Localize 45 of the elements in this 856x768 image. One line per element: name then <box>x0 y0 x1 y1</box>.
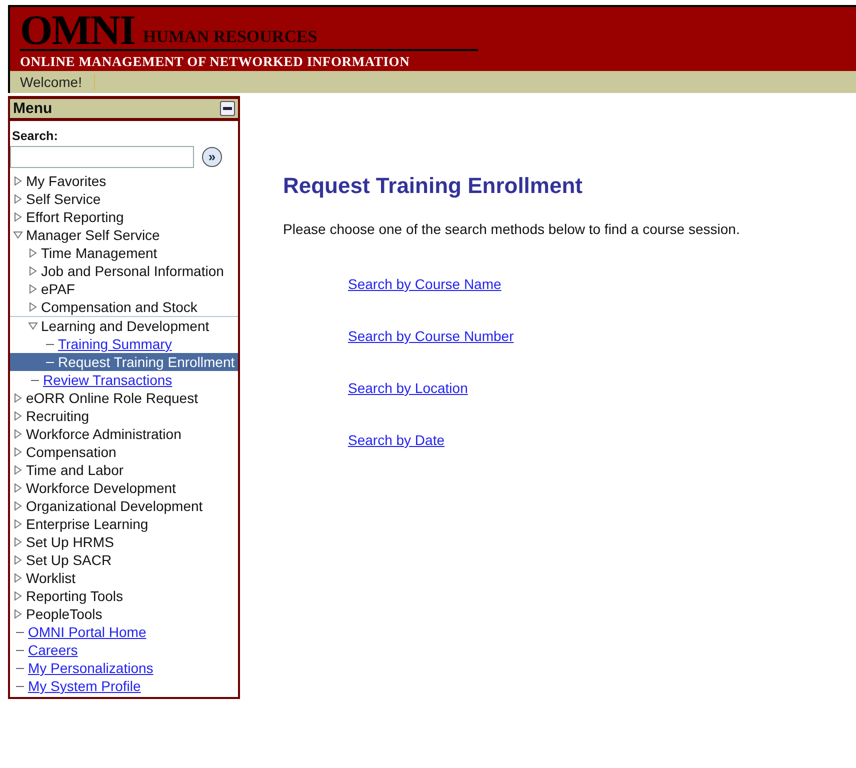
menu-folder[interactable]: Reporting Tools <box>26 587 124 605</box>
menu-link[interactable]: Careers <box>28 641 78 659</box>
menu-folder[interactable]: Effort Reporting <box>26 208 124 226</box>
menu-link[interactable]: My System Profile <box>28 677 141 695</box>
menu-link[interactable]: My Personalizations <box>28 659 154 677</box>
menu-folder[interactable]: Learning and Development <box>41 317 210 335</box>
search-method-link[interactable]: Search by Date <box>348 431 444 449</box>
collapse-button[interactable] <box>220 101 235 116</box>
menu-folder[interactable]: Job and Personal Information <box>41 262 224 280</box>
menu-folder[interactable]: Set Up HRMS <box>26 533 114 551</box>
menu-link[interactable]: Training Summary <box>58 335 172 353</box>
minus-icon <box>223 107 232 110</box>
product-name: HUMAN RESOURCES <box>143 27 318 47</box>
menu-link[interactable]: OMNI Portal Home <box>28 623 146 641</box>
menu-folder[interactable]: PeopleTools <box>26 605 102 623</box>
menu-folder[interactable]: Workforce Administration <box>26 425 182 443</box>
tagline: ONLINE MANAGEMENT OF NETWORKED INFORMATION <box>20 54 411 70</box>
search-method-link[interactable]: Search by Course Name <box>348 275 502 293</box>
menu-folder[interactable]: My Favorites <box>26 172 106 190</box>
search-go-button[interactable]: » <box>202 147 222 167</box>
search-field[interactable] <box>10 146 194 168</box>
menu-folder[interactable]: Compensation and Stock <box>41 298 198 316</box>
selected-menu-item[interactable]: Request Training Enrollment <box>10 353 238 371</box>
menu-folder[interactable]: Organizational Development <box>26 497 203 515</box>
logo-text: OMNI <box>20 13 135 49</box>
menu-folder[interactable]: Compensation <box>26 443 116 461</box>
search-label: Search: <box>11 128 59 145</box>
menu-folder[interactable]: Set Up SACR <box>26 551 112 569</box>
menu-folder[interactable]: Time and Labor <box>26 461 124 479</box>
menu-folder[interactable]: Self Service <box>26 190 101 208</box>
menu-folder[interactable]: ePAF <box>41 280 75 298</box>
menu-folder[interactable]: Enterprise Learning <box>26 515 148 533</box>
menu-folder[interactable]: Time Management <box>41 244 158 262</box>
search-method-link[interactable]: Search by Location <box>348 379 468 397</box>
search-method-link[interactable]: Search by Course Number <box>348 327 514 345</box>
menu-folder[interactable]: Manager Self Service <box>26 226 160 244</box>
page-title: Request Training Enrollment <box>283 173 584 199</box>
welcome-text: Welcome! <box>20 74 95 90</box>
menu-folder[interactable]: eORR Online Role Request <box>26 389 198 407</box>
menu-link[interactable]: Review Transactions <box>43 371 172 389</box>
menu-folder[interactable]: Workforce Development <box>26 479 176 497</box>
menu-folder[interactable]: Worklist <box>26 569 76 587</box>
menu-title: Menu <box>13 100 52 117</box>
instructions-text: Please choose one of the search methods below to find a course session. <box>283 221 740 237</box>
menu-folder[interactable]: Recruiting <box>26 407 90 425</box>
